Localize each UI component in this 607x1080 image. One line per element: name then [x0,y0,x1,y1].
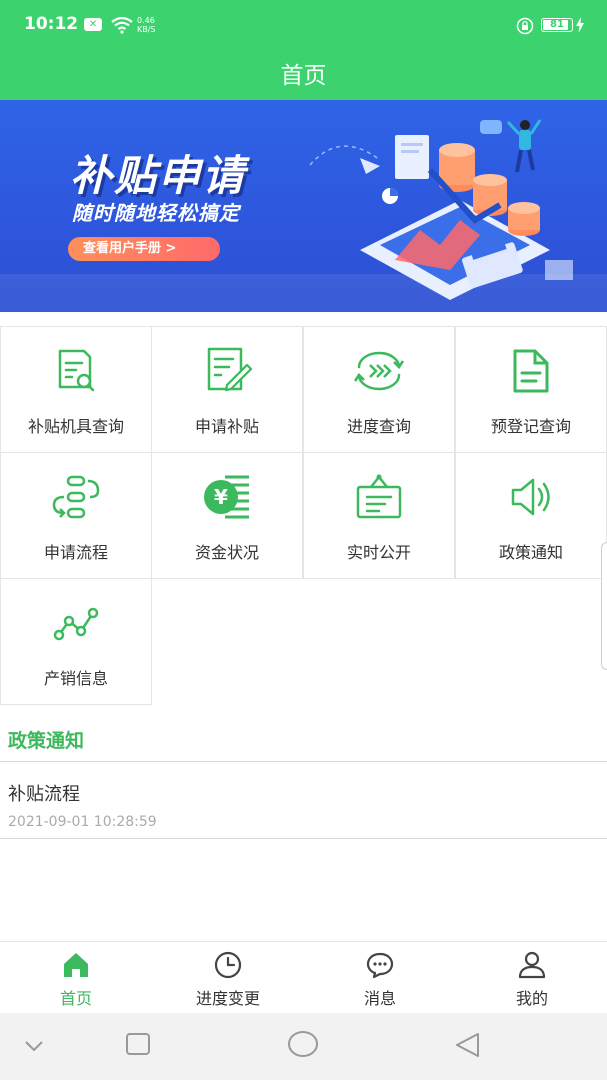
user-manual-button[interactable]: 查看用户手册 > [68,237,220,261]
banner-title: 补贴申请 [70,151,247,200]
charging-bolt-icon [576,17,584,33]
grid-item-application-flow[interactable]: 申请流程 [0,452,152,579]
grid-item-realtime-public[interactable]: 实时公开 [303,452,455,579]
system-nav-bar [0,1013,607,1080]
list-item[interactable]: 补贴流程 2021-09-01 10:28:59 [0,763,607,839]
home-icon [64,953,88,977]
grid-item-label: 申请流程 [43,543,108,562]
network-speed: 0.46 KB/S [137,16,156,34]
grid-item-fund-status[interactable]: ¥ 资金状况 [151,452,303,579]
tab-home[interactable]: 首页 [0,942,152,1014]
notice-time: 2021-09-01 10:28:59 [8,814,157,830]
grid-item-label: 补贴机具查询 [27,417,124,436]
tab-mine[interactable]: 我的 [456,942,607,1014]
chevron-down-icon[interactable] [24,1039,44,1053]
clock-icon [214,951,242,979]
file-icon [513,349,549,393]
rotation-lock-icon [516,17,534,35]
title-bar: 首页 [0,50,607,100]
line-graph-icon [53,607,99,641]
grid-item-label: 资金状况 [194,543,259,562]
tab-progress-change[interactable]: 进度变更 [152,942,304,1014]
bottom-tab-bar: 首页 进度变更 消息 我的 [0,941,607,1013]
notice-section-title: 政策通知 [8,730,85,752]
grid-item-label: 政策通知 [498,543,563,562]
grid-item-progress-query[interactable]: 进度查询 [303,326,455,453]
grid-item-label: 预登记查询 [490,417,571,436]
grid-item-label: 产销信息 [43,669,108,688]
tab-label: 我的 [515,989,548,1008]
progress-arrows-icon [353,351,405,391]
grid-item-apply-subsidy[interactable]: 申请补贴 [151,326,303,453]
grid-item-label: 申请补贴 [194,417,259,436]
grid-item-label: 进度查询 [346,417,411,436]
notification-badge-icon: ✕ [84,18,102,31]
wifi-icon [111,16,133,34]
side-pull-handle[interactable] [601,542,607,670]
tab-label: 消息 [363,989,396,1008]
yen-coin-icon: ¥ [204,475,249,519]
recent-apps-icon[interactable] [125,1031,151,1057]
grid-item-policy-notice[interactable]: 政策通知 [455,452,607,579]
document-search-icon [58,349,95,392]
grid-item-subsidy-machine-query[interactable]: 补贴机具查询 [0,326,152,453]
chat-icon [366,952,394,979]
page-title: 首页 [280,63,327,89]
finance-illustration-icon [309,119,573,300]
flow-icon [52,475,100,519]
divider [0,838,607,839]
svg-text:¥: ¥ [214,485,228,509]
divider [0,761,607,762]
tab-messages[interactable]: 消息 [304,942,456,1014]
back-triangle-icon[interactable] [454,1031,482,1059]
notice-title: 补贴流程 [8,784,80,805]
battery-indicator: 81 [541,18,573,32]
promo-banner[interactable]: 补贴申请 随时随地轻松搞定 查看用户手册 > [0,100,607,312]
document-edit-icon [207,347,253,392]
tab-label: 首页 [59,989,92,1008]
status-time: 10:12 [24,14,79,34]
notice-board-icon [356,474,402,519]
grid-item-production-sales[interactable]: 产销信息 [0,578,152,705]
grid-item-preregistration-query[interactable]: 预登记查询 [455,326,607,453]
grid-item-label: 实时公开 [346,543,411,562]
home-circle-icon[interactable] [287,1030,319,1058]
tab-label: 进度变更 [195,989,260,1008]
status-bar: 10:12 ✕ 0.46 KB/S 81 [0,0,607,50]
user-icon [518,951,546,979]
banner-subtitle: 随时随地轻松搞定 [72,201,240,225]
speaker-icon [511,478,550,516]
